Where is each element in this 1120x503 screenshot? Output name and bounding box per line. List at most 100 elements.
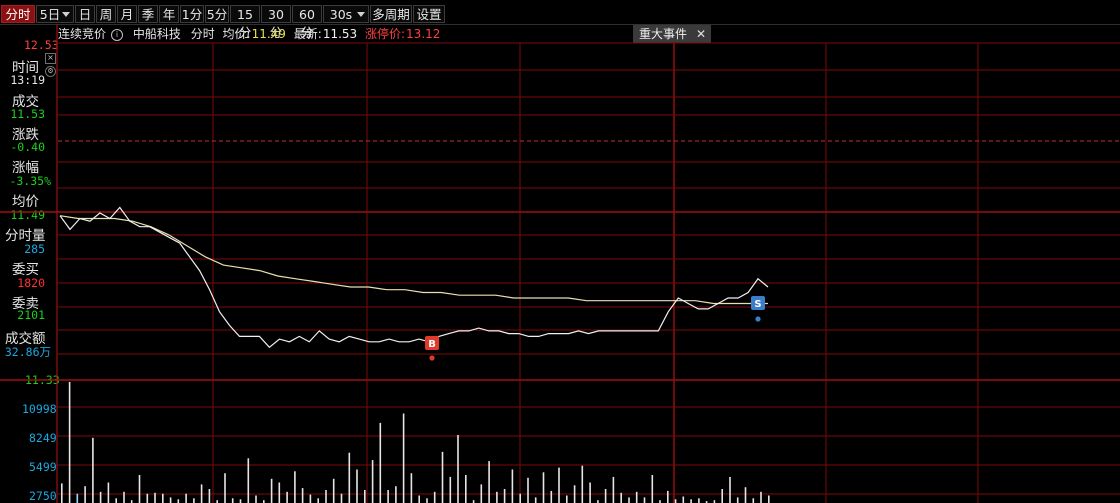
- period-tab[interactable]: 1分: [180, 5, 204, 23]
- buy-marker-badge: [425, 336, 439, 350]
- close-icon[interactable]: ×: [45, 53, 56, 64]
- period-tab[interactable]: 周: [96, 5, 116, 23]
- stock-name: 中船科技: [132, 27, 181, 41]
- period-tab[interactable]: 月: [117, 5, 137, 23]
- volume-bar: [449, 476, 452, 503]
- volume-bar: [371, 460, 374, 503]
- trading-mode-label: 连续竞价: [58, 27, 107, 41]
- volume-bar: [270, 478, 273, 503]
- volume-bar: [154, 492, 156, 503]
- period-tab-label: 设置: [416, 7, 442, 22]
- period-tab[interactable]: 分时: [1, 5, 35, 23]
- volume-bar: [690, 499, 692, 503]
- volume-bar: [651, 475, 654, 503]
- field-label: 均价: [12, 194, 39, 210]
- price-lines: [59, 206, 769, 349]
- major-events-label: 重大事件: [639, 27, 688, 41]
- volume-bar: [426, 498, 428, 503]
- volume-bar: [162, 493, 164, 503]
- volume-bar: [667, 490, 669, 503]
- close-icon[interactable]: ✕: [696, 25, 706, 43]
- period-tab-label: 5分: [206, 7, 228, 22]
- chevron-down-icon[interactable]: [62, 12, 70, 17]
- period-tab[interactable]: 15分: [230, 5, 260, 40]
- volume-bar: [286, 491, 288, 503]
- volume-bar: [325, 490, 327, 503]
- limit-up-label: 涨停价:: [365, 27, 406, 41]
- volume-bar: [84, 486, 86, 503]
- volume-bar: [480, 484, 483, 503]
- field-label: 委买: [12, 262, 39, 278]
- major-events-button[interactable]: 重大事件 ✕: [633, 25, 711, 43]
- field-value: 2101: [17, 308, 45, 322]
- volume-bar: [348, 452, 351, 503]
- volume-bar: [589, 482, 591, 503]
- period-tab[interactable]: 季: [138, 5, 158, 23]
- volume-bar: [107, 482, 110, 503]
- volume-bar: [185, 493, 187, 503]
- period-tab[interactable]: 设置: [413, 5, 445, 23]
- period-tab-label: 日: [78, 7, 92, 22]
- volume-bar: [208, 489, 211, 503]
- period-tab[interactable]: 5分: [205, 5, 229, 23]
- volume-bar: [635, 491, 638, 503]
- period-tab-label: 年: [162, 7, 176, 22]
- field-value: 11.49: [10, 208, 45, 222]
- period-tab-label: 周: [99, 7, 113, 22]
- sell-marker-label: S: [754, 299, 761, 310]
- period-tab[interactable]: 多周期: [370, 5, 412, 23]
- volume-bar: [294, 471, 296, 503]
- period-tab[interactable]: 日: [75, 5, 95, 23]
- field-value: -3.35%: [9, 174, 51, 188]
- volume-bar: [566, 495, 568, 503]
- volume-bar: [387, 490, 389, 503]
- volume-bar: [231, 498, 234, 503]
- volume-bar: [356, 469, 358, 503]
- field-label: 分时量: [5, 228, 46, 244]
- period-toolbar: 分时 5日 日周月季年 1分 5分 15分 30分 60分 30s 多周期 设置: [0, 0, 1120, 40]
- period-tab[interactable]: 5日: [36, 5, 74, 23]
- volume-bar: [496, 491, 498, 503]
- gear-icon[interactable]: ⚙: [45, 66, 56, 77]
- chevron-down-icon[interactable]: [357, 12, 365, 17]
- volume-bar: [239, 499, 242, 503]
- volume-bar: [604, 489, 607, 503]
- info-circle-icon[interactable]: i: [111, 28, 124, 41]
- volume-bar: [200, 484, 203, 503]
- field-value: 11.53: [10, 107, 45, 121]
- volume-bar: [433, 491, 436, 503]
- volume-bar: [76, 493, 79, 503]
- volume-bar: [573, 485, 576, 503]
- volume-bar: [721, 489, 723, 503]
- field-value: 32.86万: [4, 345, 51, 359]
- volume-bar: [465, 475, 467, 503]
- sell-marker-badge: [751, 296, 765, 310]
- volume-bar: [301, 488, 304, 503]
- avg-price-line: [59, 215, 768, 305]
- period-tab[interactable]: 30s: [323, 5, 369, 23]
- period-tab-label: 30s: [329, 7, 353, 22]
- price-axis-top: 12.53: [24, 38, 59, 52]
- volume-bar: [309, 494, 312, 503]
- period-tab[interactable]: 30分: [261, 5, 291, 40]
- period-tab[interactable]: 年: [159, 5, 179, 23]
- volume-bar: [410, 473, 413, 503]
- volume-bar: [255, 495, 257, 503]
- volume-bar: [760, 491, 762, 503]
- volume-bar: [169, 497, 172, 503]
- volume-bar: [752, 498, 755, 503]
- volume-bar: [620, 492, 622, 503]
- period-tab[interactable]: 60分: [292, 5, 322, 40]
- volume-bar: [534, 497, 537, 503]
- avg-price-label: 均价:: [222, 27, 251, 41]
- volume-axis-label: 8249: [29, 431, 57, 445]
- volume-bar: [395, 486, 397, 503]
- volume-bar: [146, 493, 149, 503]
- view-label: 分时: [190, 27, 215, 41]
- price-line: [59, 206, 769, 349]
- latest-price-value: 11.53: [322, 27, 358, 41]
- field-value: 1820: [17, 276, 45, 290]
- period-tab-label: 1分: [181, 7, 203, 22]
- volume-bar: [542, 472, 545, 503]
- volume-bar: [674, 499, 677, 503]
